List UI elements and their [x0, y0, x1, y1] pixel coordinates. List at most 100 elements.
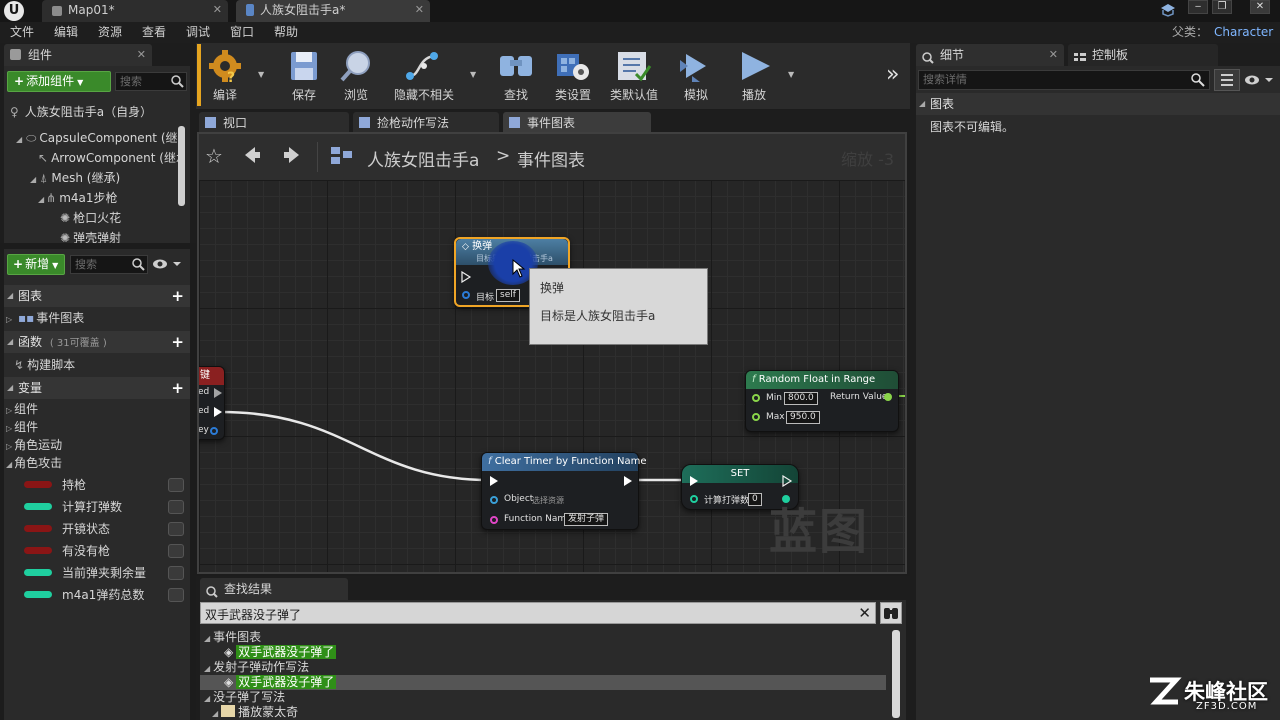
random-float-node[interactable]: f Random Float in Range Min 800.0 Return…: [745, 370, 899, 432]
var-value[interactable]: 0: [748, 493, 762, 506]
parent-class-link[interactable]: Character: [1214, 22, 1273, 43]
find-button[interactable]: 查找: [494, 48, 538, 104]
section-graph[interactable]: ◢ 图表: [916, 93, 1280, 115]
toolbar-overflow-icon[interactable]: »: [886, 62, 899, 87]
min-pin-icon[interactable]: [752, 394, 760, 402]
tree-item-self[interactable]: ♀ 人族女阻击手a（自身）: [10, 102, 152, 122]
tree-item-muzzle[interactable]: ✺ 枪口火花: [60, 208, 121, 228]
section-graphs[interactable]: ◢ 图表 +: [4, 285, 190, 307]
tab-find-results[interactable]: 查找结果: [200, 578, 348, 600]
section-functions[interactable]: ◢ 函数 ( 31可覆盖 ) +: [4, 331, 190, 353]
variable-category[interactable]: ▷ 角色运动: [6, 436, 62, 454]
close-icon[interactable]: ✕: [1049, 44, 1058, 66]
scrollbar[interactable]: [892, 630, 900, 718]
variable-category[interactable]: ▷ 组件: [6, 418, 38, 436]
add-graph-icon[interactable]: +: [171, 289, 184, 304]
clear-search-icon[interactable]: ✕: [858, 604, 871, 622]
tab-viewport[interactable]: 视口: [199, 112, 349, 134]
class-defaults-button[interactable]: 类默认值: [606, 48, 662, 104]
max-pin-icon[interactable]: [752, 413, 760, 421]
tab-event-graph[interactable]: 事件图表: [503, 112, 651, 134]
close-icon[interactable]: ✕: [213, 0, 222, 20]
tab-map01[interactable]: Map01* ✕: [42, 0, 228, 22]
visibility-toggle-icon[interactable]: [168, 588, 184, 602]
class-settings-button[interactable]: 类设置: [548, 48, 598, 104]
exec-in-pin-icon[interactable]: [461, 271, 473, 283]
hide-unrelated-button[interactable]: 隐藏不相关: [388, 48, 460, 104]
clear-timer-node[interactable]: f Clear Timer by Function Name Object 选择…: [481, 452, 646, 530]
variable-item[interactable]: 计算打弹数: [4, 496, 190, 518]
object-pin-icon[interactable]: [490, 496, 498, 504]
variable-item[interactable]: 有没有枪: [4, 540, 190, 562]
exec-out-pin-icon[interactable]: [782, 475, 794, 487]
breadcrumb-blueprint[interactable]: 人族女阻击手a: [367, 146, 479, 171]
visibility-toggle-icon[interactable]: [168, 478, 184, 492]
variable-category[interactable]: ◢ 角色攻击: [6, 454, 62, 472]
result-group[interactable]: ◢ 发射子弹动作写法: [204, 660, 309, 675]
favorite-star-icon[interactable]: ☆: [205, 144, 223, 168]
notification-icon[interactable]: [1160, 3, 1176, 17]
tree-item-mesh[interactable]: ◢ ⍋ Mesh (继承): [30, 168, 120, 188]
close-window-button[interactable]: ✕: [1250, 0, 1270, 14]
graph-canvas[interactable]: 键 ed ed ey ◇ 换弹 目标是人族女阻击手a 目标 self 换弹 目标…: [199, 180, 905, 572]
browse-button[interactable]: 浏览: [334, 48, 378, 104]
exec-pin-icon[interactable]: [214, 407, 222, 417]
add-function-icon[interactable]: +: [171, 335, 184, 350]
result-group[interactable]: ◢ 事件图表: [204, 630, 261, 645]
simulate-button[interactable]: 模拟: [674, 48, 718, 104]
data-pin-icon[interactable]: [210, 427, 218, 435]
visibility-toggle-icon[interactable]: [168, 544, 184, 558]
scrollbar[interactable]: [178, 126, 185, 206]
result-item[interactable]: ◈ 双手武器没子弹了: [224, 645, 337, 660]
tree-item-shell[interactable]: ✺ 弹壳弹射: [60, 228, 121, 243]
min-value[interactable]: 800.0: [784, 392, 818, 405]
variable-item[interactable]: 开镜状态: [4, 518, 190, 540]
menu-debug[interactable]: 调试: [186, 22, 210, 43]
view-options-icon[interactable]: [1244, 73, 1274, 90]
visibility-toggle-icon[interactable]: [168, 500, 184, 514]
exec-pin-icon[interactable]: [214, 388, 222, 398]
forward-arrow-icon[interactable]: [283, 145, 303, 168]
tab-blueprint[interactable]: 人族女阻击手a* ✕: [236, 0, 430, 22]
close-icon[interactable]: ✕: [415, 0, 424, 20]
new-button[interactable]: + 新增 ▼: [7, 254, 65, 275]
tree-item-capsule[interactable]: ◢ ⬭ CapsuleComponent (继承: [16, 128, 184, 148]
visibility-toggle-icon[interactable]: [168, 566, 184, 580]
tab-details[interactable]: 细节 ✕: [916, 44, 1064, 66]
partial-event-node[interactable]: 键 ed ed ey: [199, 366, 225, 440]
close-icon[interactable]: ✕: [137, 44, 146, 66]
target-value[interactable]: self: [496, 289, 520, 302]
maximize-button[interactable]: ❐: [1212, 0, 1232, 14]
add-variable-icon[interactable]: +: [171, 381, 184, 396]
play-button[interactable]: 播放: [730, 48, 778, 104]
function-name-pin-icon[interactable]: [490, 516, 498, 524]
tree-item-m4a1[interactable]: ◢ ⋔ m4a1步枪: [38, 188, 118, 208]
value-in-pin-icon[interactable]: [690, 495, 698, 503]
menu-view[interactable]: 查看: [142, 22, 166, 43]
result-group[interactable]: ◢ 没子弹了写法: [204, 690, 285, 705]
menu-edit[interactable]: 编辑: [54, 22, 78, 43]
blueprint-search-input[interactable]: 搜索: [70, 255, 148, 274]
tab-pickup-graph[interactable]: 捡枪动作写法: [353, 112, 499, 134]
view-options-icon[interactable]: [152, 257, 182, 274]
compile-button[interactable]: ? 编译: [202, 48, 248, 104]
construction-script-item[interactable]: ↯ 构建脚本: [14, 355, 75, 375]
details-search-input[interactable]: 搜索详情: [918, 70, 1210, 90]
variable-item[interactable]: 持枪: [4, 474, 190, 496]
variable-category[interactable]: ▷ 组件: [6, 400, 38, 418]
component-search-input[interactable]: 搜索: [115, 72, 187, 91]
tree-item-arrow[interactable]: ↖ ArrowComponent (继承: [38, 148, 184, 168]
exec-in-pin-icon[interactable]: [490, 476, 498, 486]
visibility-toggle-icon[interactable]: [168, 522, 184, 536]
menu-assets[interactable]: 资源: [98, 22, 122, 43]
find-query-input[interactable]: 双手武器没子弹了 ✕: [200, 602, 876, 624]
compile-options-arrow-icon[interactable]: ▼: [258, 70, 264, 79]
event-graph-item[interactable]: ▷ ▪▪ 事件图表: [6, 308, 84, 328]
result-item[interactable]: ◈ 双手武器没子弹了: [224, 675, 337, 690]
result-item[interactable]: ◢ 播放蒙太奇: [212, 705, 298, 720]
section-variables[interactable]: ◢ 变量 +: [4, 377, 190, 399]
exec-in-pin-icon[interactable]: [690, 476, 698, 486]
save-button[interactable]: 保存: [282, 48, 326, 104]
object-value[interactable]: 选择资源: [532, 495, 564, 506]
exec-out-pin-icon[interactable]: [624, 476, 632, 486]
